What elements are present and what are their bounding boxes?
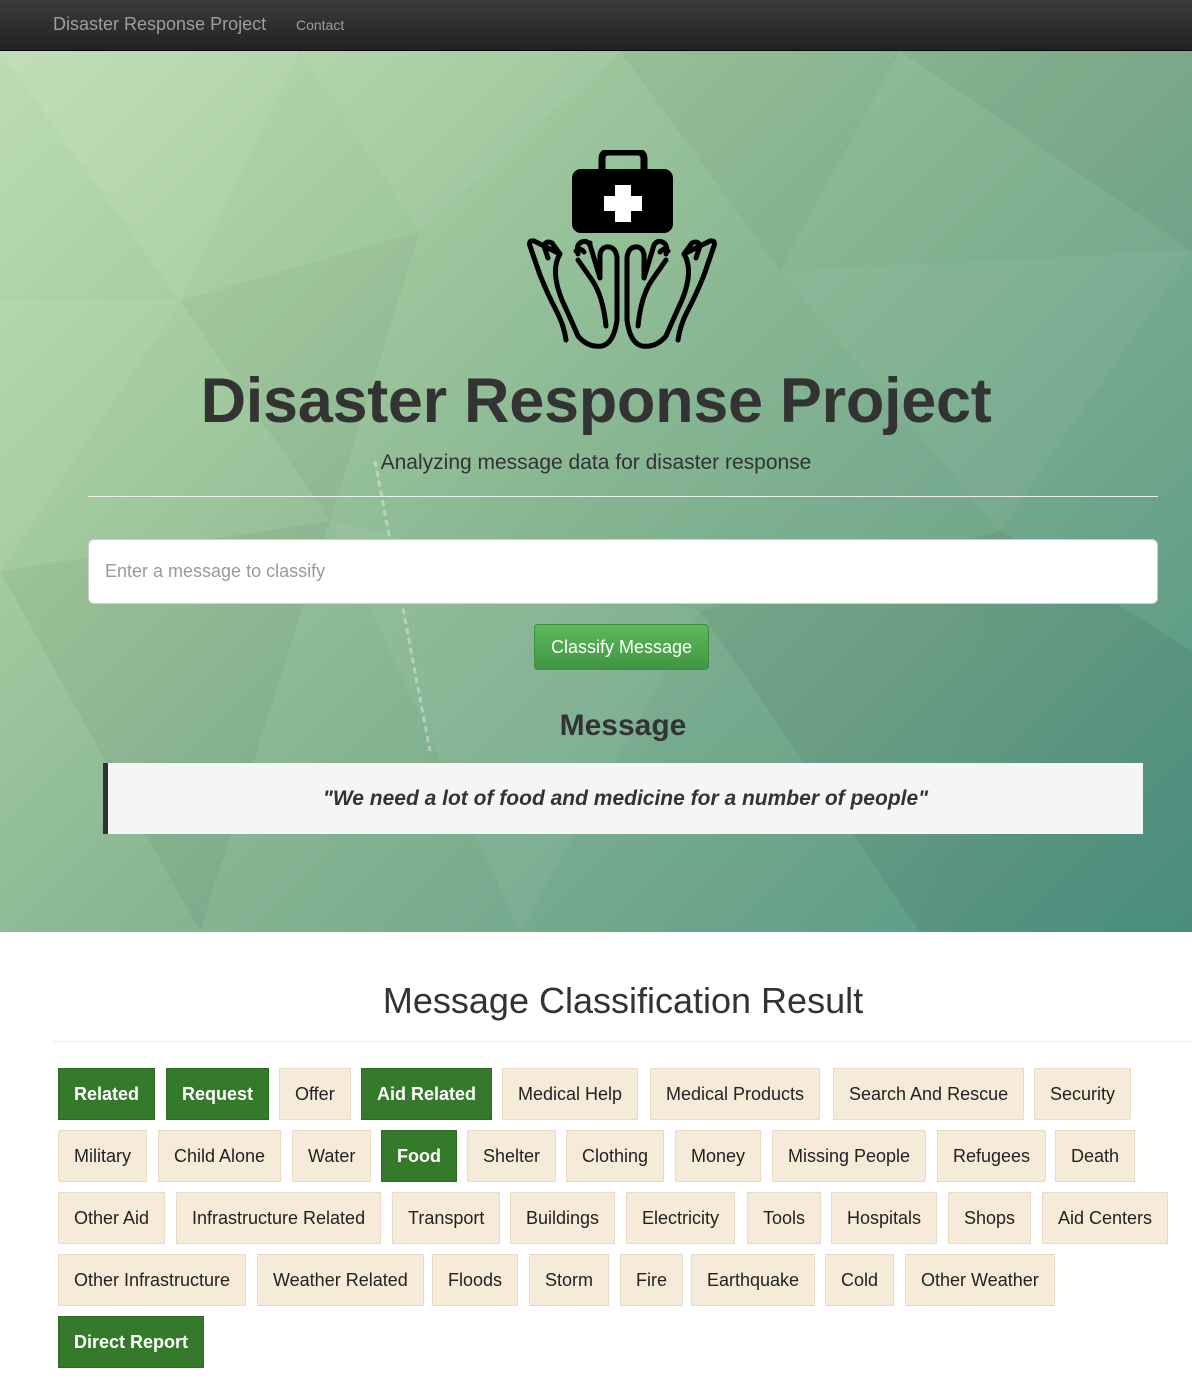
category-badge-active: Aid Related bbox=[361, 1068, 493, 1120]
category-badge: Earthquake bbox=[691, 1254, 816, 1306]
category-label: Clothing bbox=[582, 1146, 649, 1166]
category-badge: Shelter bbox=[467, 1130, 557, 1182]
message-quote: "We need a lot of food and medicine for … bbox=[103, 763, 1143, 834]
category-label: Death bbox=[1071, 1146, 1120, 1166]
category-label: Fire bbox=[636, 1270, 667, 1290]
results-divider bbox=[53, 1041, 1192, 1042]
category-label: Other Aid bbox=[74, 1208, 150, 1228]
category-badge: Refugees bbox=[937, 1130, 1047, 1182]
category-label: Request bbox=[182, 1084, 254, 1104]
category-label: Transport bbox=[408, 1208, 485, 1228]
category-badge: Cold bbox=[825, 1254, 895, 1306]
category-badge: Missing People bbox=[772, 1130, 927, 1182]
category-badge-active: Food bbox=[381, 1130, 457, 1182]
category-label: Security bbox=[1050, 1084, 1116, 1104]
category-label: Military bbox=[74, 1146, 131, 1166]
divider bbox=[88, 496, 1158, 497]
category-label: Weather Related bbox=[273, 1270, 408, 1290]
category-label: Direct Report bbox=[74, 1332, 189, 1352]
category-label: Shops bbox=[964, 1208, 1016, 1228]
category-label: Shelter bbox=[483, 1146, 541, 1166]
category-label: Earthquake bbox=[707, 1270, 800, 1290]
category-label: Refugees bbox=[953, 1146, 1031, 1166]
category-label: Search And Rescue bbox=[849, 1084, 1009, 1104]
category-label: Medical Products bbox=[666, 1084, 805, 1104]
category-label: Other Weather bbox=[921, 1270, 1039, 1290]
page-title: Disaster Response Project bbox=[200, 366, 992, 436]
results-title: Message Classification Result bbox=[382, 980, 864, 1021]
category-badge: Medical Help bbox=[502, 1068, 639, 1120]
category-label: Child Alone bbox=[174, 1146, 266, 1166]
category-badge-active: Related bbox=[58, 1068, 156, 1120]
category-label: Food bbox=[397, 1146, 441, 1166]
category-label: Infrastructure Related bbox=[192, 1208, 366, 1228]
category-badge: Weather Related bbox=[257, 1254, 424, 1306]
category-badge: Storm bbox=[529, 1254, 610, 1306]
category-badge: Search And Rescue bbox=[833, 1068, 1025, 1120]
navbar: Disaster Response Project Contact bbox=[0, 0, 1192, 51]
message-input[interactable] bbox=[88, 539, 1158, 604]
category-label: Water bbox=[308, 1146, 356, 1166]
category-badge: Floods bbox=[432, 1254, 519, 1306]
category-badge: Infrastructure Related bbox=[176, 1192, 382, 1244]
category-badge-active: Direct Report bbox=[58, 1316, 205, 1368]
category-badge: Offer bbox=[279, 1068, 351, 1120]
category-label: Related bbox=[74, 1084, 140, 1104]
category-badge: Military bbox=[58, 1130, 147, 1182]
category-label: Money bbox=[691, 1146, 746, 1166]
category-label: Cold bbox=[841, 1270, 879, 1290]
category-label: Tools bbox=[763, 1208, 806, 1228]
category-badge: Child Alone bbox=[158, 1130, 282, 1182]
category-label: Medical Help bbox=[518, 1084, 623, 1104]
category-badge: Buildings bbox=[510, 1192, 616, 1244]
category-label: Buildings bbox=[526, 1208, 600, 1228]
category-label: Offer bbox=[295, 1084, 335, 1104]
category-badge: Money bbox=[675, 1130, 762, 1182]
message-text: "We need a lot of food and medicine for … bbox=[322, 786, 929, 810]
message-heading: Message bbox=[559, 709, 687, 742]
category-badge: Aid Centers bbox=[1042, 1192, 1169, 1244]
category-badge: Transport bbox=[392, 1192, 501, 1244]
category-badge: Hospitals bbox=[831, 1192, 938, 1244]
category-badge: Shops bbox=[948, 1192, 1032, 1244]
category-badge: Death bbox=[1055, 1130, 1136, 1182]
category-label: Electricity bbox=[642, 1208, 720, 1228]
category-label: Hospitals bbox=[847, 1208, 922, 1228]
category-label: Storm bbox=[545, 1270, 594, 1290]
classify-message-button[interactable]: Classify Message bbox=[534, 624, 709, 670]
category-label: Other Infrastructure bbox=[74, 1270, 231, 1290]
category-badge: Clothing bbox=[566, 1130, 665, 1182]
category-label: Floods bbox=[448, 1270, 503, 1290]
category-badge: Electricity bbox=[626, 1192, 736, 1244]
category-badge: Medical Products bbox=[650, 1068, 821, 1120]
category-label: Aid Related bbox=[377, 1084, 477, 1104]
category-badge: Other Aid bbox=[58, 1192, 166, 1244]
category-badge: Security bbox=[1034, 1068, 1132, 1120]
category-badge: Tools bbox=[747, 1192, 822, 1244]
category-badge: Water bbox=[292, 1130, 372, 1182]
category-label: Missing People bbox=[788, 1146, 911, 1166]
category-badge: Other Weather bbox=[905, 1254, 1055, 1306]
category-badge-active: Request bbox=[166, 1068, 270, 1120]
hero-section: Disaster Response Project Analyzing mess… bbox=[0, 51, 1192, 932]
category-badge: Fire bbox=[620, 1254, 683, 1306]
nav-link-contact[interactable]: Contact bbox=[296, 17, 344, 33]
category-badge: Other Infrastructure bbox=[58, 1254, 247, 1306]
navbar-brand[interactable]: Disaster Response Project bbox=[53, 14, 266, 35]
medical-kit-hands-icon bbox=[527, 150, 717, 349]
page-subtitle: Analyzing message data for disaster resp… bbox=[380, 451, 812, 474]
category-label: Aid Centers bbox=[1058, 1208, 1153, 1228]
